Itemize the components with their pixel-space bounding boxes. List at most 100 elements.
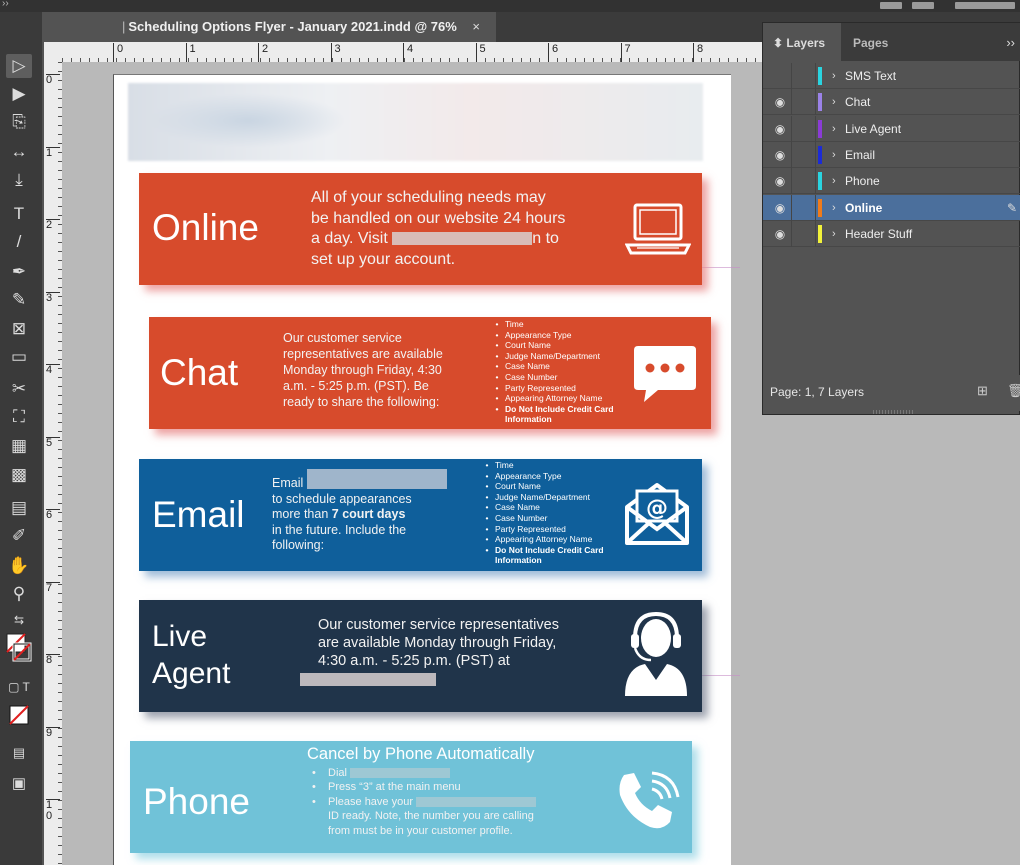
online-block[interactable]: Online All of your scheduling needs may … — [139, 173, 702, 285]
content-collector-tool[interactable]: ⤓ — [6, 168, 32, 192]
ruler-label: 9 — [46, 726, 60, 739]
vertical-ruler[interactable]: 0 1 2 3 4 5 6 7 8 9 1 0 — [44, 62, 62, 865]
layer-color-swatch — [818, 145, 822, 164]
live-agent-description: Our customer service representatives are… — [300, 616, 598, 688]
guide-line — [700, 675, 740, 676]
rectangle-frame-tool[interactable]: ⊠ — [6, 317, 32, 341]
hand-tool[interactable]: ✋ — [6, 554, 32, 578]
rectangle-tool[interactable]: ▭ — [6, 345, 32, 369]
fill-stroke-swatch[interactable] — [6, 632, 32, 672]
chat-block[interactable]: Chat Our customer service representatives… — [149, 317, 711, 429]
tab-layers[interactable]: ⬍ Layers — [763, 23, 841, 61]
screen-mode-icon[interactable]: ▣ — [6, 772, 32, 796]
tab-pages[interactable]: Pages — [853, 23, 913, 61]
phone-heading: Cancel by Phone Automatically — [307, 745, 535, 763]
phone-steps: • Dial • Press “3” at the main menu • Please … — [310, 766, 590, 838]
layer-row[interactable]: ◉ › Chat — [763, 89, 1020, 116]
close-tab-icon[interactable]: × — [472, 12, 480, 42]
eyedropper-tool[interactable]: ✐ — [6, 524, 32, 548]
list-item: Judge Name/Department — [495, 492, 619, 503]
workspace-control[interactable] — [912, 2, 934, 9]
pencil-tool[interactable]: ✎ — [6, 288, 32, 312]
column-divider — [815, 168, 816, 195]
ruler-origin[interactable] — [44, 42, 62, 62]
expand-chevron-icon[interactable]: › — [832, 63, 836, 89]
phone-title: Phone — [143, 781, 250, 822]
chat-bubble-icon — [634, 346, 696, 402]
selection-tool[interactable]: ▷ — [6, 54, 32, 78]
redacted-text — [416, 796, 536, 807]
layer-row[interactable]: ◉ › Online ✎ — [763, 194, 1020, 221]
list-item: Do Not Include Credit Card Information — [495, 545, 619, 566]
horizontal-ruler[interactable]: 0 1 2 3 4 5 6 7 8 — [62, 42, 762, 62]
layer-row[interactable]: › SMS Text — [763, 63, 1020, 89]
email-block[interactable]: Email Email to schedule appearances more… — [139, 459, 702, 571]
column-divider — [791, 63, 792, 89]
expand-chevron-icon[interactable]: › — [832, 195, 836, 221]
live-agent-line: 4:30 a.m. - 5:25 p.m. (PST) at — [318, 653, 510, 669]
expand-panels-icon[interactable]: ›› — [2, 0, 9, 9]
visibility-eye-icon[interactable]: ◉ — [772, 116, 788, 142]
layer-color-swatch — [818, 224, 822, 243]
zoom-tool[interactable]: ⚲ — [6, 582, 32, 606]
live-agent-block[interactable]: Live Agent Our customer service represen… — [139, 600, 702, 712]
line-tool[interactable]: / — [6, 230, 32, 254]
pen-tool[interactable]: ✒ — [6, 260, 32, 284]
formatting-container-icon[interactable]: ▢ T — [6, 675, 32, 699]
online-line: a day. Visit n to — [311, 229, 611, 250]
layer-color-swatch — [818, 119, 822, 138]
layer-row[interactable]: ◉ › Phone — [763, 168, 1020, 195]
apply-none-icon[interactable] — [6, 704, 32, 728]
layer-name: Online — [845, 200, 883, 215]
panel-resize-grip[interactable] — [873, 410, 913, 414]
new-layer-icon[interactable]: ⊞ — [977, 383, 988, 399]
ruler-label: 4 — [46, 364, 60, 376]
free-transform-tool[interactable]: ⛶ — [6, 405, 32, 429]
type-tool[interactable]: T — [6, 202, 32, 226]
gradient-feather-tool[interactable]: ▩ — [6, 463, 32, 487]
panel-menu-icon[interactable]: ›› — [1006, 23, 1015, 61]
chat-description: Our customer service representatives are … — [283, 330, 463, 410]
visibility-eye-icon[interactable]: ◉ — [772, 89, 788, 115]
visibility-eye-icon[interactable] — [772, 63, 788, 89]
document-tab[interactable]: | Scheduling Options Flyer - January 2021… — [44, 12, 496, 42]
guide-line — [700, 267, 740, 268]
email-line: Email — [272, 468, 462, 492]
visibility-eye-icon[interactable]: ◉ — [772, 142, 788, 168]
layer-row[interactable]: ◉ › Header Stuff — [763, 220, 1020, 247]
list-item: Appearance Type — [505, 330, 619, 341]
expand-chevron-icon[interactable]: › — [832, 142, 836, 168]
swap-fill-stroke-icon[interactable]: ⇆ — [6, 608, 32, 632]
layer-row[interactable]: ◉ › Email — [763, 141, 1020, 168]
layer-color-swatch — [818, 198, 822, 217]
ruler-label: 5 — [46, 436, 60, 449]
ruler-label: 7 — [46, 581, 60, 594]
visibility-eye-icon[interactable]: ◉ — [772, 168, 788, 194]
page-tool[interactable]: ⎘ — [6, 110, 32, 134]
header-banner-image[interactable] — [128, 83, 703, 161]
expand-chevron-icon[interactable]: › — [832, 89, 836, 115]
expand-chevron-icon[interactable]: › — [832, 221, 836, 247]
visibility-eye-icon[interactable]: ◉ — [772, 221, 788, 247]
search-field[interactable] — [955, 2, 1015, 9]
direct-selection-tool[interactable]: ▶ — [6, 82, 32, 106]
tools-panel: ▷ ▶ ⎘ ↔ ⤓ T / ✒ ✎ ⊠ ▭ ✂ ⛶ ▦ ▩ ▤ ✐ ✋ ⚲ ⇆ ▢ T ▤ ▣ — [0, 12, 42, 865]
delete-layer-icon[interactable]: 🗑 — [1007, 383, 1020, 399]
workspace-control[interactable] — [880, 2, 902, 9]
gap-tool[interactable]: ↔ — [6, 140, 32, 164]
envelope-icon: @ — [625, 483, 689, 545]
note-tool[interactable]: ▤ — [6, 496, 32, 520]
online-line: be handled on our website 24 hours — [311, 209, 566, 227]
redacted-phone — [300, 672, 436, 686]
gradient-swatch-tool[interactable]: ▦ — [6, 434, 32, 458]
expand-chevron-icon[interactable]: › — [832, 116, 836, 142]
chat-line: a.m. - 5:25 p.m. (PST). Be — [283, 379, 429, 393]
live-agent-title-line: Agent — [152, 657, 231, 690]
scissors-tool[interactable]: ✂ — [6, 377, 32, 401]
visibility-eye-icon[interactable]: ◉ — [772, 195, 788, 221]
phone-block[interactable]: Phone Cancel by Phone Automatically • Dia… — [130, 741, 692, 853]
expand-chevron-icon[interactable]: › — [832, 168, 836, 194]
layer-row[interactable]: ◉ › Live Agent — [763, 115, 1020, 142]
svg-text:@: @ — [646, 496, 668, 521]
view-mode-icon[interactable]: ▤ — [6, 741, 32, 765]
